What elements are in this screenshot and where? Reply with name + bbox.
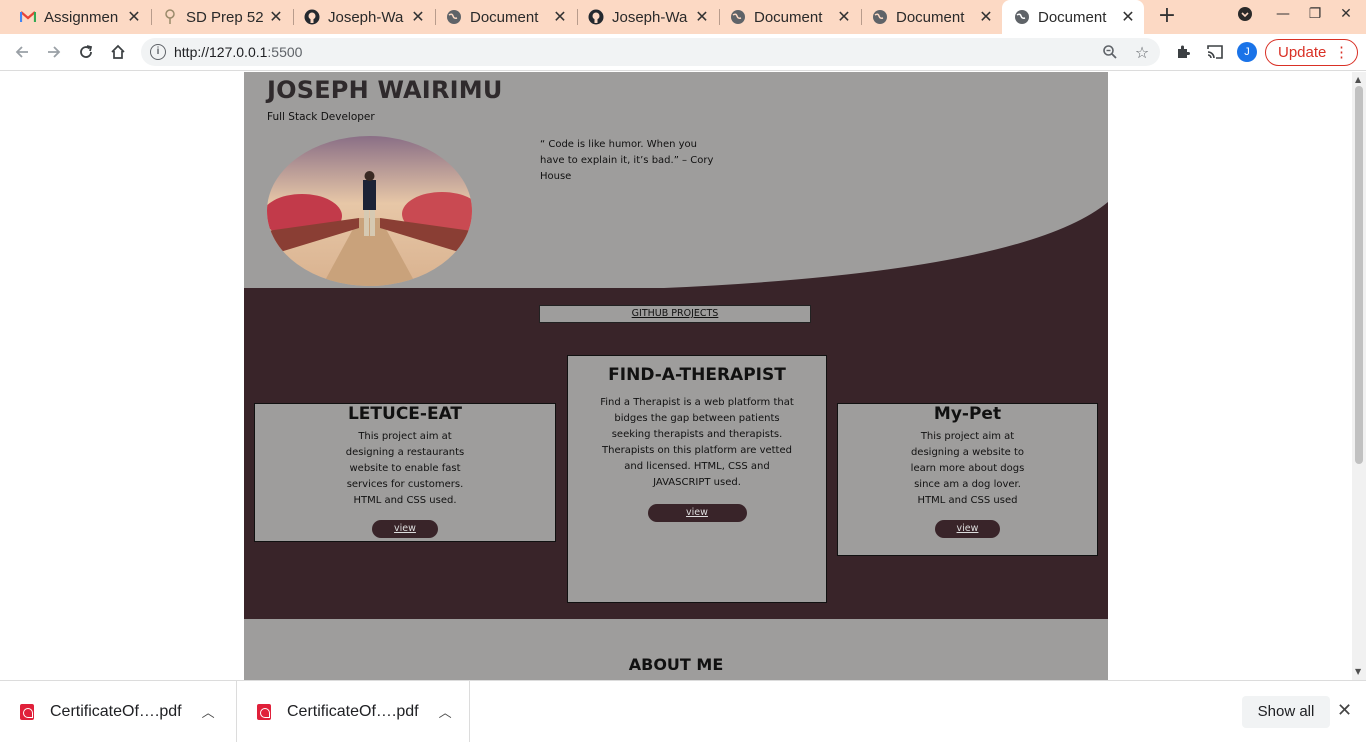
github-icon [304, 9, 320, 25]
address-bar[interactable]: i http://127.0.0.1:5500 ☆ [141, 38, 1160, 66]
project-description: This project aim at designing a website … [910, 431, 1025, 506]
update-button[interactable]: Update ⋮ [1265, 39, 1358, 66]
pdf-icon [257, 703, 271, 720]
globe-icon [1014, 9, 1030, 25]
tab-label: SD Prep 52 [186, 8, 264, 26]
close-tab-icon[interactable]: ✕ [266, 7, 286, 27]
scrollbar-thumb[interactable] [1355, 86, 1363, 464]
download-filename: CertificateOf….pdf [287, 702, 419, 720]
project-description: This project aim at designing a restaura… [345, 431, 465, 506]
hero-section: JOSEPH WAIRIMU Full Stack Developer “ Co… [244, 72, 1108, 288]
about-heading: ABOUT ME [628, 655, 724, 674]
scroll-up-icon[interactable]: ▲ [1355, 75, 1361, 84]
reload-icon[interactable] [75, 41, 97, 63]
download-filename: CertificateOf….pdf [50, 702, 182, 720]
minimize-icon[interactable]: — [1273, 6, 1293, 22]
project-card-letuce-eat: LETUCE-EAT This project aim at designing… [254, 403, 556, 542]
job-title: Full Stack Developer [267, 111, 375, 123]
tab-document-3[interactable]: Document ✕ [860, 0, 1002, 34]
tab-label: Document [1038, 8, 1107, 26]
tab-label: Document [754, 8, 823, 26]
globe-icon [446, 9, 462, 25]
download-item[interactable]: CertificateOf….pdf ︿ [237, 681, 470, 742]
update-label: Update [1278, 44, 1327, 61]
tab-label: Joseph-Wa [612, 8, 688, 26]
new-tab-icon[interactable]: + [1156, 5, 1178, 27]
close-tab-icon[interactable]: ✕ [550, 7, 570, 27]
chevron-up-icon[interactable]: ︿ [439, 702, 452, 721]
cast-icon[interactable] [1204, 41, 1226, 63]
project-description: Find a Therapist is a web platform that … [600, 397, 794, 488]
about-section: ABOUT ME [244, 619, 1108, 680]
quote-text: “ Code is like humor. When you have to e… [540, 139, 714, 182]
tab-document-2[interactable]: Document ✕ [718, 0, 860, 34]
browser-toolbar: i http://127.0.0.1:5500 ☆ [0, 34, 1366, 71]
github-icon [588, 9, 604, 25]
globe-icon [730, 9, 746, 25]
download-item[interactable]: CertificateOf….pdf ︿ [0, 681, 237, 742]
extensions-icon[interactable] [1172, 41, 1194, 63]
download-shelf: CertificateOf….pdf ︿ CertificateOf….pdf … [0, 680, 1366, 742]
close-tab-icon[interactable]: ✕ [976, 7, 996, 27]
close-tab-icon[interactable]: ✕ [408, 7, 428, 27]
tab-gmail[interactable]: Assignmen ✕ [8, 0, 150, 34]
portfolio-page: JOSEPH WAIRIMU Full Stack Developer “ Co… [244, 72, 1108, 680]
project-card-find-a-therapist: FIND-A-THERAPIST Find a Therapist is a w… [567, 355, 827, 603]
tab-label: Document [896, 8, 965, 26]
close-tab-icon[interactable]: ✕ [1118, 7, 1138, 27]
restore-icon[interactable]: ❐ [1305, 6, 1325, 22]
chevron-up-icon[interactable]: ︿ [202, 702, 215, 721]
close-tab-icon[interactable]: ✕ [834, 7, 854, 27]
github-projects-link[interactable]: GITHUB PROJECTS [539, 305, 811, 323]
profile-avatar[interactable]: J [1237, 42, 1257, 62]
back-icon[interactable] [11, 41, 33, 63]
forward-icon[interactable] [43, 41, 65, 63]
scroll-down-icon[interactable]: ▼ [1355, 667, 1361, 676]
zoom-icon[interactable] [1101, 44, 1119, 62]
project-title: LETUCE-EAT [347, 404, 463, 424]
close-tab-icon[interactable]: ✕ [124, 7, 144, 27]
tab-label: Joseph-Wa [328, 8, 404, 26]
page-title: JOSEPH WAIRIMU [267, 76, 503, 104]
profile-photo [267, 136, 472, 286]
tab-sd-prep[interactable]: SD Prep 52 ✕ [150, 0, 292, 34]
close-window-icon[interactable]: ✕ [1336, 6, 1356, 22]
close-shelf-icon[interactable]: ✕ [1337, 700, 1352, 721]
tab-github-2[interactable]: Joseph-Wa ✕ [576, 0, 718, 34]
home-icon[interactable] [107, 41, 129, 63]
projects-section: GITHUB PROJECTS LETUCE-EAT This project … [244, 288, 1108, 619]
bookmark-star-icon[interactable]: ☆ [1133, 44, 1151, 62]
site-info-icon[interactable]: i [150, 44, 166, 60]
url-text: http://127.0.0.1:5500 [174, 44, 303, 60]
tab-document-1[interactable]: Document ✕ [434, 0, 576, 34]
view-button[interactable]: view [647, 504, 747, 522]
project-title: FIND-A-THERAPIST [608, 365, 786, 385]
tab-search-icon[interactable] [1235, 6, 1255, 26]
tab-label: Assignmen [44, 8, 119, 26]
tab-label: Document [470, 8, 539, 26]
project-title: My-Pet [933, 404, 1002, 424]
tab-github-1[interactable]: Joseph-Wa ✕ [292, 0, 434, 34]
gmail-icon [20, 9, 36, 25]
view-button[interactable]: view [372, 520, 438, 538]
tab-strip: Assignmen ✕ SD Prep 52 ✕ Joseph-Wa ✕ Doc… [0, 0, 1366, 34]
page-scrollbar[interactable]: ▲ ▼ [1352, 72, 1366, 680]
sd-prep-icon [162, 9, 178, 25]
pdf-icon [20, 703, 34, 720]
show-all-button[interactable]: Show all [1242, 696, 1330, 728]
globe-icon [872, 9, 888, 25]
project-card-my-pet: My-Pet This project aim at designing a w… [837, 403, 1098, 556]
close-tab-icon[interactable]: ✕ [692, 7, 712, 27]
page-viewport: JOSEPH WAIRIMU Full Stack Developer “ Co… [0, 72, 1352, 680]
menu-kebab-icon: ⋮ [1334, 44, 1349, 61]
tab-document-active[interactable]: Document ✕ [1002, 0, 1144, 34]
view-button[interactable]: view [935, 520, 1000, 538]
